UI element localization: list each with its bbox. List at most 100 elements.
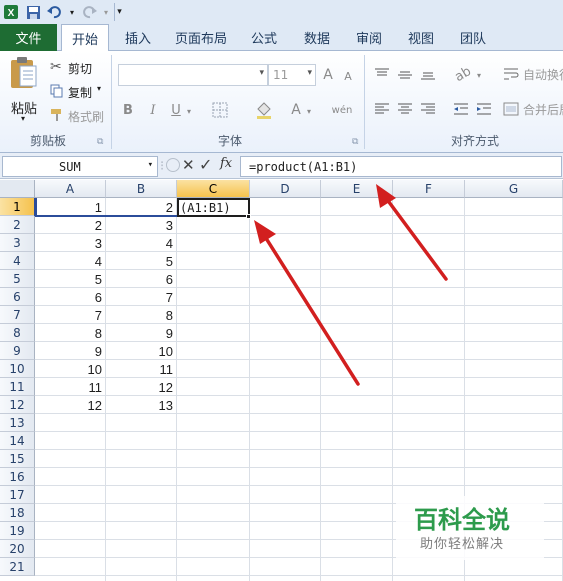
cell-a7[interactable]: 7 [35, 306, 106, 324]
expand-formula-icon[interactable] [166, 158, 180, 172]
row-header-17[interactable]: 17 [0, 486, 35, 504]
cell-b8[interactable]: 9 [106, 324, 177, 342]
save-icon[interactable] [24, 3, 42, 21]
clipboard-launcher-icon[interactable]: ⧉ [97, 137, 103, 147]
row-header-4[interactable]: 4 [0, 252, 35, 270]
column-header-g[interactable]: G [465, 180, 563, 198]
customize-qat-icon[interactable]: ▾ [114, 3, 124, 21]
cell-a5[interactable]: 5 [35, 270, 106, 288]
tab-page-layout[interactable]: 页面布局 [172, 24, 230, 51]
tab-team[interactable]: 团队 [453, 24, 493, 51]
font-size-select[interactable]: 11 ▾ [268, 64, 316, 86]
tab-view[interactable]: 视图 [401, 24, 441, 51]
row-header-8[interactable]: 8 [0, 324, 35, 342]
row-header-20[interactable]: 20 [0, 540, 35, 558]
formula-input[interactable]: =product(A1:B1) [240, 156, 562, 177]
row-header-10[interactable]: 10 [0, 360, 35, 378]
row-header-21[interactable]: 21 [0, 558, 35, 576]
cut-button[interactable]: ✂ 剪切 [50, 59, 110, 77]
column-header-a[interactable]: A [35, 180, 106, 198]
align-left-button[interactable] [373, 101, 391, 117]
merge-center-button[interactable]: 合并后居 [503, 100, 563, 118]
underline-dropdown-icon[interactable]: ▾ [184, 103, 194, 119]
font-color-dropdown-icon[interactable]: ▾ [304, 103, 314, 119]
row-header-3[interactable]: 3 [0, 234, 35, 252]
cell-b1[interactable]: 2 [106, 198, 177, 216]
font-launcher-icon[interactable]: ⧉ [352, 137, 358, 147]
cell-a11[interactable]: 11 [35, 378, 106, 396]
cell-a1[interactable]: 1 [35, 198, 106, 216]
row-header-19[interactable]: 19 [0, 522, 35, 540]
row-header-12[interactable]: 12 [0, 396, 35, 414]
cell-a3[interactable]: 3 [35, 234, 106, 252]
cell-b4[interactable]: 5 [106, 252, 177, 270]
shrink-font-button[interactable]: A [340, 68, 356, 84]
column-header-e[interactable]: E [321, 180, 393, 198]
underline-button[interactable]: U [168, 101, 184, 119]
cell-a10[interactable]: 10 [35, 360, 106, 378]
copy-button[interactable]: 复制 ▾ [50, 83, 110, 101]
cell-b10[interactable]: 11 [106, 360, 177, 378]
align-center-button[interactable] [396, 101, 414, 117]
italic-button[interactable]: I [145, 101, 161, 119]
undo-icon[interactable] [46, 3, 64, 21]
row-header-2[interactable]: 2 [0, 216, 35, 234]
row-header-7[interactable]: 7 [0, 306, 35, 324]
row-header-9[interactable]: 9 [0, 342, 35, 360]
cell-b11[interactable]: 12 [106, 378, 177, 396]
tab-formulas[interactable]: 公式 [244, 24, 284, 51]
paste-button[interactable]: 粘贴 ▾ [6, 56, 42, 126]
tab-review[interactable]: 审阅 [349, 24, 389, 51]
column-header-c[interactable]: C [177, 180, 250, 198]
tab-data[interactable]: 数据 [297, 24, 337, 51]
cell-a9[interactable]: 9 [35, 342, 106, 360]
cell-b3[interactable]: 4 [106, 234, 177, 252]
cell-a12[interactable]: 12 [35, 396, 106, 414]
cell-b9[interactable]: 10 [106, 342, 177, 360]
phonetic-guide-button[interactable]: wén [328, 99, 356, 121]
row-header-15[interactable]: 15 [0, 450, 35, 468]
cell-b2[interactable]: 3 [106, 216, 177, 234]
tab-home[interactable]: 开始 [61, 24, 109, 52]
bold-button[interactable]: B [120, 101, 136, 119]
tab-file[interactable]: 文件 [0, 24, 57, 51]
format-painter-button[interactable]: 格式刷 [50, 107, 110, 125]
row-header-16[interactable]: 16 [0, 468, 35, 486]
wrap-text-button[interactable]: 自动换行 [503, 65, 563, 83]
cancel-icon[interactable]: ✕ [182, 156, 195, 174]
column-header-b[interactable]: B [106, 180, 177, 198]
font-name-select[interactable]: ▾ [118, 64, 268, 86]
cell-a2[interactable]: 2 [35, 216, 106, 234]
align-middle-button[interactable] [396, 66, 414, 82]
row-header-6[interactable]: 6 [0, 288, 35, 306]
row-header-18[interactable]: 18 [0, 504, 35, 522]
font-color-button[interactable]: A [288, 101, 304, 119]
increase-indent-button[interactable] [475, 101, 493, 117]
active-cell-c1[interactable]: (A1:B1) [177, 198, 250, 217]
row-header-14[interactable]: 14 [0, 432, 35, 450]
redo-icon[interactable] [80, 3, 98, 21]
cell-b5[interactable]: 6 [106, 270, 177, 288]
cell-a6[interactable]: 6 [35, 288, 106, 306]
align-right-button[interactable] [419, 101, 437, 117]
row-header-13[interactable]: 13 [0, 414, 35, 432]
undo-dropdown-icon[interactable]: ▾ [68, 3, 76, 21]
cell-b7[interactable]: 8 [106, 306, 177, 324]
cell-a8[interactable]: 8 [35, 324, 106, 342]
row-header-1[interactable]: 1 [0, 198, 35, 216]
grow-font-button[interactable]: A [320, 66, 336, 84]
select-all-corner[interactable] [0, 180, 35, 198]
align-bottom-button[interactable] [419, 66, 437, 82]
row-header-5[interactable]: 5 [0, 270, 35, 288]
cell-b6[interactable]: 7 [106, 288, 177, 306]
enter-check-icon[interactable]: ✓ [199, 155, 212, 174]
orientation-dropdown-icon[interactable]: ▾ [474, 67, 484, 83]
name-box[interactable]: SUM ▾ [2, 156, 158, 177]
fill-handle[interactable] [246, 214, 251, 219]
cell-a4[interactable]: 4 [35, 252, 106, 270]
orientation-button[interactable]: ab [452, 63, 474, 84]
tab-insert[interactable]: 插入 [118, 24, 158, 51]
cell-b12[interactable]: 13 [106, 396, 177, 414]
row-header-11[interactable]: 11 [0, 378, 35, 396]
column-header-d[interactable]: D [250, 180, 321, 198]
